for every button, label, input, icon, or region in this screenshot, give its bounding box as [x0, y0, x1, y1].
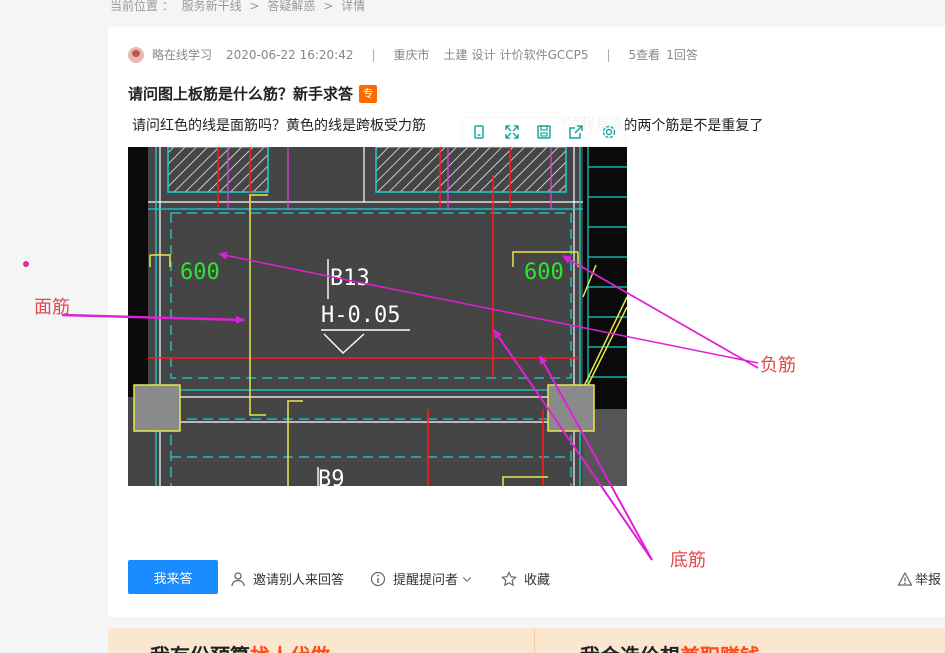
annotation-top-rebar: 面筋 — [34, 297, 70, 318]
promo-outsource[interactable]: 我有份预算找人代做 — [150, 640, 330, 653]
breadcrumb-separator: > — [249, 0, 260, 13]
info-icon — [370, 571, 386, 586]
save-icon[interactable] — [536, 124, 552, 140]
view-count: 5查看 — [628, 48, 661, 62]
fullscreen-icon[interactable] — [504, 124, 520, 140]
star-icon — [501, 570, 517, 586]
breadcrumb: 当前位置 ： 服务新干线 > 答疑解惑 > 详情 — [110, 0, 369, 14]
rotate-icon[interactable] — [471, 124, 487, 140]
promo-parttime-text: 我会造价想 — [580, 644, 680, 653]
promo-outsource-highlight: 找人代做 — [250, 644, 330, 653]
author-name[interactable]: 略在线学习 — [152, 46, 212, 63]
invite-label: 邀请别人来回答 — [253, 573, 345, 588]
question-body-start: 请问红色的线是面筋吗？黄色的线是跨板受力筋 — [132, 118, 426, 134]
action-bar: 我来答 邀请别人来回答 提醒提问者 收藏 举报 — [128, 560, 945, 594]
breadcrumb-label: 当前位置 ： — [110, 0, 174, 13]
meta-separator: | — [371, 47, 376, 62]
promo-outsource-text: 我有份预算 — [150, 644, 250, 653]
cad-drawing-image[interactable]: B13 H-0.05 B9 600 600 — [128, 147, 627, 486]
annotation-negative-rebar: 负筋 — [760, 355, 796, 376]
question-card: 略在线学习 2020-06-22 16:20:42 | 重庆市 土建 设计 计价… — [108, 27, 945, 617]
breadcrumb-separator: > — [323, 0, 334, 13]
invite-answer-button[interactable]: 邀请别人来回答 — [230, 569, 344, 588]
breadcrumb-current: 详情 — [341, 0, 366, 13]
share-icon[interactable] — [568, 124, 584, 140]
favorite-label: 收藏 — [524, 573, 551, 588]
answer-button[interactable]: 我来答 — [128, 560, 218, 594]
question-meta: 略在线学习 2020-06-22 16:20:42 | 重庆市 土建 设计 计价… — [128, 46, 698, 63]
promo-divider — [534, 628, 535, 653]
remind-label: 提醒提问者 — [393, 573, 459, 588]
breadcrumb-link-service[interactable]: 服务新干线 — [182, 0, 242, 13]
avatar[interactable] — [128, 46, 144, 63]
right-rebar-length-label: 600 — [524, 260, 564, 285]
favorite-button[interactable]: 收藏 — [501, 569, 550, 588]
report-button[interactable]: 举报 — [897, 569, 941, 588]
question-title-text: 请问图上板筋是什么筋？新手求答 — [128, 85, 354, 103]
settings-gear-icon[interactable] — [601, 124, 617, 140]
tag-civil: 土建 — [443, 48, 468, 62]
question-title: 请问图上板筋是什么筋？新手求答 专 — [128, 83, 378, 104]
report-label: 举报 — [915, 573, 942, 588]
decorative-dot — [23, 261, 29, 267]
user-icon — [231, 571, 245, 586]
lower-slab-label: B9 — [318, 467, 345, 486]
post-datetime: 2020-06-22 16:20:42 — [226, 47, 354, 62]
tag-software: 计价软件GCCP5 — [499, 48, 589, 62]
tag-design: 设计 — [471, 48, 496, 62]
answer-count: 1回答 — [666, 48, 698, 62]
meta-separator: | — [606, 47, 611, 62]
pro-badge: 专 — [359, 84, 378, 103]
remind-asker-button[interactable]: 提醒提问者 — [370, 569, 473, 588]
warning-icon — [897, 571, 913, 586]
promo-parttime-highlight: 兼职赚钱 — [680, 644, 760, 653]
left-rebar-length-label: 600 — [180, 260, 220, 285]
slab-elevation-label: H-0.05 — [321, 303, 400, 328]
image-toolbar — [463, 118, 625, 146]
annotation-bottom-rebar: 底筋 — [670, 550, 706, 571]
chevron-down-icon — [462, 576, 472, 582]
promo-banner[interactable]: 我有份预算找人代做 我会造价想兼职赚钱 — [108, 628, 945, 653]
location: 重庆市 — [393, 48, 430, 62]
question-body: 请问红色的线是面筋吗？黄色的线是跨板受力筋 ?这样垂直的两个筋是不是重复了 — [132, 115, 763, 135]
breadcrumb-link-qa[interactable]: 答疑解惑 — [267, 0, 315, 13]
promo-parttime[interactable]: 我会造价想兼职赚钱 — [580, 640, 760, 653]
slab-name-label: B13 — [330, 266, 370, 291]
